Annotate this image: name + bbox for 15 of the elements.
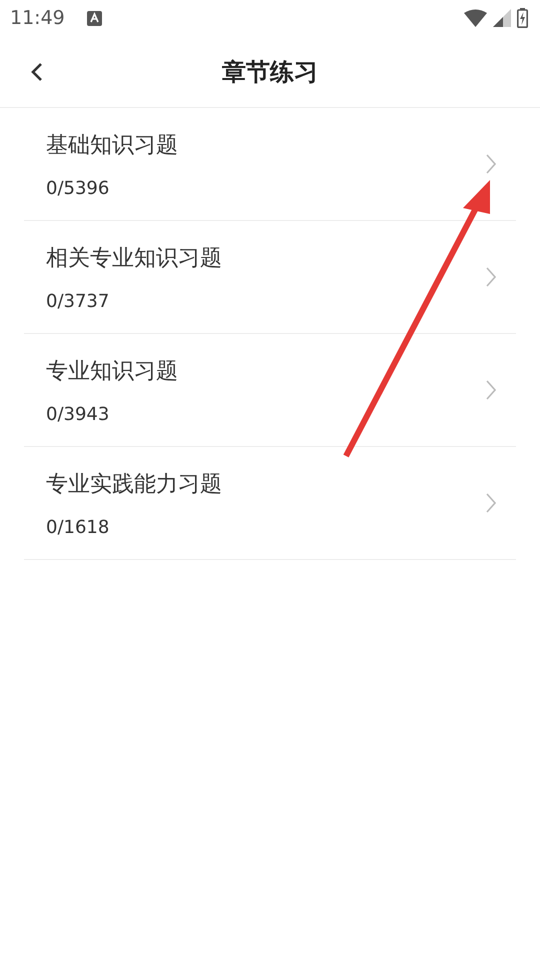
status-time: 11:49 <box>10 7 65 29</box>
chevron-right-icon <box>486 267 496 287</box>
chevron-left-icon <box>30 62 44 82</box>
keyboard-notification-icon <box>86 10 102 26</box>
chevron-right-icon <box>486 380 496 400</box>
chapter-title: 基础知识习题 <box>46 132 179 160</box>
wifi-icon <box>464 9 487 27</box>
battery-charging-icon <box>517 8 528 28</box>
chapter-title: 专业知识习题 <box>46 358 179 386</box>
signal-icon <box>493 9 511 27</box>
page-title: 章节练习 <box>222 56 318 88</box>
chapter-title: 相关专业知识习题 <box>46 244 223 272</box>
chevron-right-icon <box>486 154 496 174</box>
chevron-right-icon <box>486 493 496 513</box>
chapter-title: 专业实践能力习题 <box>46 470 223 498</box>
